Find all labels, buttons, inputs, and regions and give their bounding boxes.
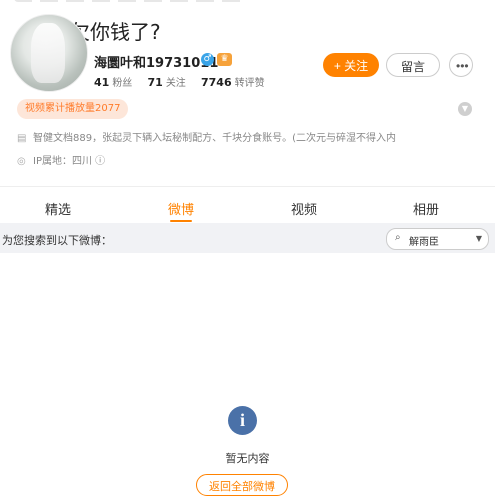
search-result-label: 为您搜索到以下微博：: [2, 234, 112, 247]
ip-text: IP属地：四川 ⓘ: [33, 156, 106, 167]
profile-stats: 41 粉丝 71 关注 7746 转评赞: [94, 74, 277, 89]
active-tab-indicator: [170, 220, 192, 222]
profile-bio: ▤ 智健文档889，张起灵下辆入坛秘制配方、千块分食账号。(二次元与碎湿不得入内: [17, 129, 396, 144]
stat-interactions[interactable]: 7746 转评赞: [201, 76, 265, 89]
location-icon: ◎: [17, 156, 26, 167]
info-icon: i: [228, 406, 257, 435]
search-icon: ⌕: [395, 232, 401, 243]
ip-location: ◎ IP属地：四川 ⓘ: [17, 152, 105, 167]
empty-state-text: 暂无内容: [225, 452, 270, 465]
search-result-bar: 为您搜索到以下微博： ⌕ 解雨臣 ▼: [0, 223, 495, 253]
bio-text: 智健文档889，张起灵下辆入坛秘制配方、千块分食账号。(二次元与碎湿不得入内: [33, 133, 396, 144]
tab-weibo[interactable]: 微博: [151, 199, 211, 218]
play-count-tag[interactable]: 视频累计播放量2077: [17, 99, 129, 119]
return-all-button[interactable]: 返回全部微博: [196, 474, 288, 496]
crown-icon[interactable]: ♛: [217, 53, 232, 66]
follow-button[interactable]: + 关注: [323, 53, 379, 77]
verified-icon[interactable]: ♂: [201, 53, 214, 66]
tab-bar: 精选 微博 视频 相册: [0, 187, 495, 223]
stat-followers[interactable]: 41 粉丝: [94, 76, 132, 89]
avatar[interactable]: [10, 14, 88, 92]
profile-name[interactable]: 海圜叶和19731011: [94, 52, 218, 71]
more-button[interactable]: •••: [449, 53, 473, 77]
tab-video[interactable]: 视频: [274, 199, 334, 218]
search-select[interactable]: ⌕ 解雨臣 ▼: [386, 228, 489, 250]
search-select-value: 解雨臣: [409, 237, 439, 248]
chevron-down-icon[interactable]: ▼: [458, 102, 472, 116]
tab-album[interactable]: 相册: [396, 199, 456, 218]
stat-following[interactable]: 71 关注: [148, 76, 186, 89]
banner-partial-text: [14, 0, 244, 2]
message-button[interactable]: 留言: [386, 53, 440, 77]
tab-featured[interactable]: 精选: [28, 199, 88, 218]
dropdown-arrow-icon: ▼: [475, 234, 482, 243]
document-icon: ▤: [17, 133, 27, 144]
